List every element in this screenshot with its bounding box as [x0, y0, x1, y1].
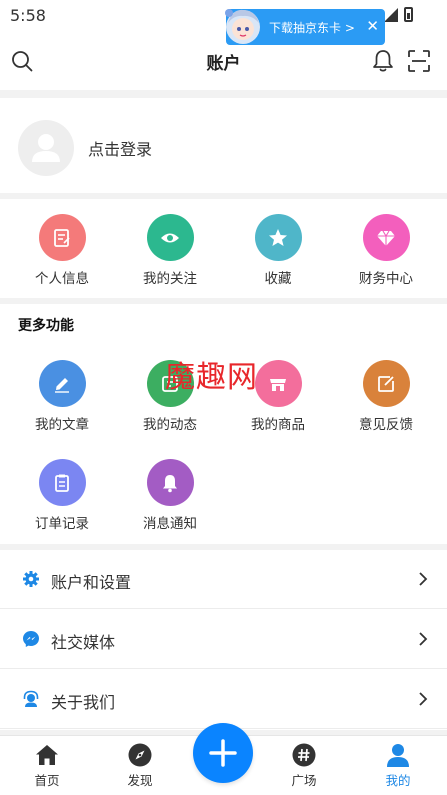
- more-item-articles[interactable]: 我的文章: [6, 360, 118, 433]
- eye-icon: [146, 214, 194, 261]
- mascot-icon: [225, 9, 260, 44]
- diamond-icon: [362, 214, 410, 261]
- notification-bell-icon[interactable]: [372, 49, 394, 73]
- promo-text: 下载抽京东卡 >: [269, 21, 355, 35]
- watermark-text: 魔趣网: [165, 360, 258, 395]
- more-functions: 更多功能 我的文章 我的动态 我的商品 意见反馈 订单记录 消息通知: [0, 304, 447, 544]
- shop-icon: [254, 360, 302, 407]
- list-item-label: 账户和设置: [51, 573, 132, 592]
- signal-icon: [384, 7, 398, 22]
- status-time: 5:58: [10, 6, 46, 25]
- nav-label: 发现: [127, 773, 153, 788]
- nav-label: 我的: [385, 773, 411, 788]
- list-item-label: 社交媒体: [51, 633, 116, 652]
- settings-list: 账户和设置 社交媒体 关于我们: [0, 550, 447, 730]
- quick-item-profile[interactable]: 个人信息: [6, 214, 118, 287]
- promo-banner[interactable]: 下载抽京东卡 > ✕: [225, 9, 385, 45]
- id-card-icon: [38, 214, 86, 261]
- quick-item-following[interactable]: 我的关注: [114, 214, 226, 287]
- hashtag-icon: [292, 743, 316, 767]
- quick-actions: 个人信息 我的关注 收藏 财务中心: [0, 199, 447, 298]
- list-item-social-media[interactable]: 社交媒体: [0, 610, 447, 669]
- quick-item-label: 个人信息: [35, 271, 89, 287]
- scan-icon[interactable]: [407, 49, 431, 73]
- nav-item-mine[interactable]: 我的: [368, 742, 428, 789]
- nav-label: 广场: [291, 773, 317, 788]
- more-item-label: 我的文章: [35, 417, 89, 433]
- nav-label: 首页: [34, 773, 60, 788]
- add-post-button[interactable]: [193, 723, 253, 783]
- gear-icon: [23, 571, 39, 587]
- section-title: 更多功能: [18, 318, 74, 334]
- more-item-label: 订单记录: [35, 516, 89, 532]
- default-avatar-icon: [32, 134, 60, 162]
- plus-icon: [209, 739, 237, 767]
- star-icon: [254, 214, 302, 261]
- chevron-right-icon: [419, 572, 428, 586]
- login-card[interactable]: 点击登录: [0, 98, 447, 193]
- list-item-label: 关于我们: [51, 693, 116, 712]
- home-icon: [36, 745, 58, 765]
- status-icons: [384, 7, 413, 22]
- login-prompt[interactable]: 点击登录: [88, 136, 152, 160]
- compass-icon: [128, 743, 152, 767]
- support-icon: [23, 690, 39, 707]
- list-item-account-settings[interactable]: 账户和设置: [0, 550, 447, 609]
- nav-item-home[interactable]: 首页: [17, 742, 77, 789]
- more-item-feedback[interactable]: 意见反馈: [330, 360, 442, 433]
- more-item-label: 我的动态: [143, 417, 197, 433]
- chevron-right-icon: [419, 632, 428, 646]
- quick-item-favorites[interactable]: 收藏: [222, 214, 334, 287]
- list-item-about-us[interactable]: 关于我们: [0, 670, 447, 729]
- more-item-notifications[interactable]: 消息通知: [114, 459, 226, 532]
- more-item-label: 我的商品: [251, 417, 305, 433]
- more-item-orders[interactable]: 订单记录: [6, 459, 118, 532]
- promo-close-button[interactable]: ✕: [366, 16, 379, 36]
- nav-item-square[interactable]: 广场: [274, 742, 334, 789]
- user-icon: [387, 744, 409, 767]
- nav-item-discover[interactable]: 发现: [110, 742, 170, 789]
- avatar[interactable]: [18, 120, 74, 176]
- bell-icon: [146, 459, 194, 506]
- pencil-icon: [38, 360, 86, 407]
- battery-icon: [404, 7, 413, 22]
- quick-item-finance[interactable]: 财务中心: [330, 214, 442, 287]
- quick-item-label: 财务中心: [359, 271, 413, 287]
- messenger-icon: [23, 631, 39, 647]
- more-item-label: 消息通知: [143, 516, 197, 532]
- more-item-label: 意见反馈: [359, 417, 413, 433]
- clipboard-icon: [38, 459, 86, 506]
- chevron-right-icon: [419, 692, 428, 706]
- quick-item-label: 我的关注: [143, 271, 197, 287]
- edit-icon: [362, 360, 410, 407]
- quick-item-label: 收藏: [264, 271, 292, 287]
